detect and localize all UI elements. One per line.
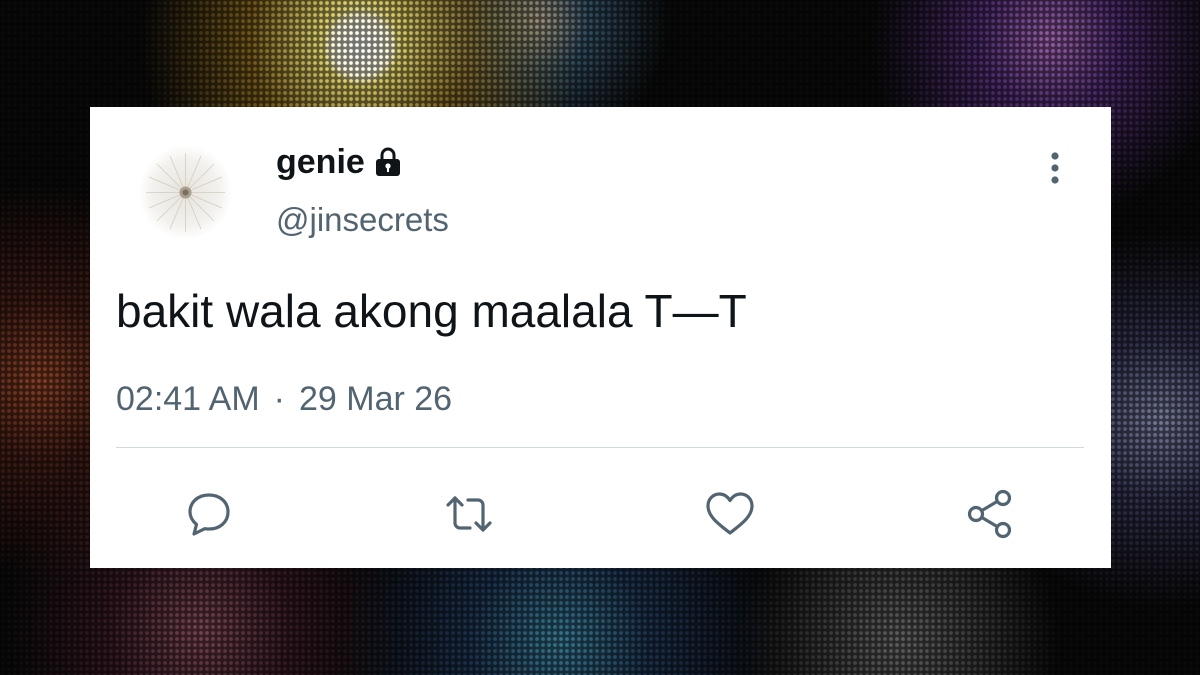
tweet-text: bakit wala akong maalala T—T <box>116 285 747 337</box>
tweet-timestamp[interactable]: 02:41 AM · 29 Mar 26 <box>116 378 452 420</box>
retweet-button[interactable] <box>442 487 496 541</box>
like-button[interactable] <box>703 487 757 541</box>
separator-dot: · <box>273 380 285 418</box>
reply-icon <box>188 493 230 536</box>
reply-button[interactable] <box>182 487 236 541</box>
dandelion-avatar-icon <box>138 145 233 240</box>
retweet-icon <box>446 496 492 532</box>
tweet-date: 29 Mar 26 <box>298 380 453 418</box>
more-options-icon[interactable] <box>1040 148 1070 188</box>
like-icon <box>706 492 754 535</box>
tweet-time: 02:41 AM <box>116 380 260 418</box>
user-handle[interactable]: @jinsecrets <box>276 200 449 240</box>
lock-icon <box>371 145 405 179</box>
display-name-row: genie <box>276 140 405 184</box>
display-name[interactable]: genie <box>276 140 365 184</box>
avatar[interactable] <box>138 145 233 240</box>
divider <box>116 447 1084 448</box>
share-icon <box>967 489 1012 539</box>
share-button[interactable] <box>964 487 1018 541</box>
